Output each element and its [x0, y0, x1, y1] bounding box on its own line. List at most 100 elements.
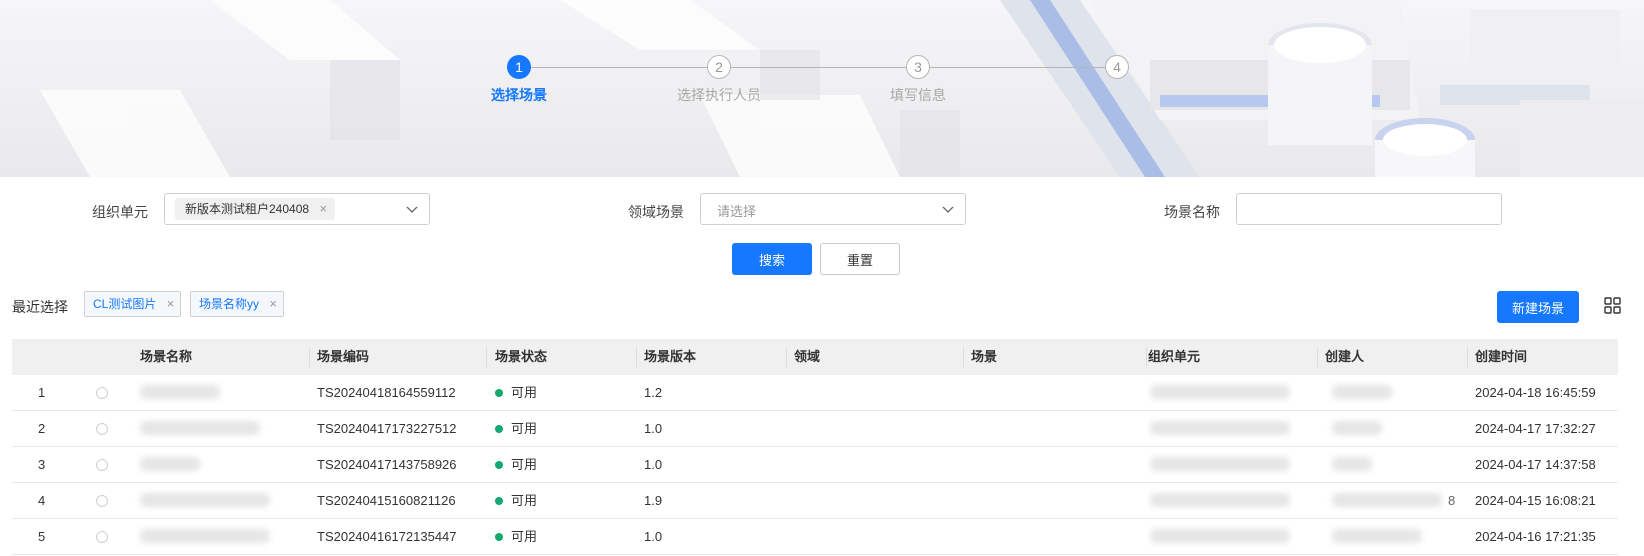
status-text: 可用: [511, 457, 538, 472]
status-text: 可用: [511, 493, 538, 508]
scene-status: 可用: [495, 519, 537, 555]
domain-scene-select[interactable]: 请选择: [700, 193, 966, 225]
redacted-creator: [1332, 529, 1422, 543]
step-wizard: 1 选择场景 2 选择执行人员 3 填写信息 4: [0, 0, 1644, 177]
redacted-creator: [1332, 385, 1392, 399]
scene-code: TS20240418164559112: [317, 385, 456, 400]
redacted-creator: [1332, 493, 1442, 507]
scene-name-input[interactable]: [1236, 193, 1502, 225]
redacted-org-unit: [1150, 493, 1290, 507]
column-header[interactable]: 场景编码: [317, 339, 369, 375]
row-index: 4: [38, 493, 46, 508]
row-radio[interactable]: [96, 387, 108, 399]
step-fill-info[interactable]: 3 填写信息: [858, 55, 978, 105]
step-number: 4: [1105, 55, 1129, 79]
table-row[interactable]: 1 TS20240418164559112 可用 1.2 2024-04-18 …: [12, 375, 1618, 411]
status-text: 可用: [511, 421, 538, 436]
table-row[interactable]: 4 TS20240415160821126 可用 1.9 8 2024-04-1…: [12, 483, 1618, 519]
creator-fragment: 8: [1448, 493, 1456, 508]
column-divider: [1317, 347, 1318, 367]
status-text: 可用: [511, 385, 538, 400]
scene-code: TS20240416172135447: [317, 529, 457, 544]
chevron-down-icon: [942, 206, 954, 213]
row-index: 1: [38, 385, 46, 400]
column-header[interactable]: 创建人: [1325, 339, 1364, 375]
recent-tag-text: 场景名称yy: [199, 297, 260, 311]
step-select-executors[interactable]: 2 选择执行人员: [659, 55, 779, 105]
row-radio[interactable]: [96, 423, 108, 435]
redacted-org-unit: [1150, 385, 1290, 399]
scene-status: 可用: [495, 447, 537, 483]
scene-version: 1.0: [644, 529, 663, 544]
scene-version: 1.0: [644, 457, 663, 472]
redacted-creator: [1332, 421, 1382, 435]
org-unit-selected-tag: 新版本测试租户240408 ×: [175, 198, 336, 220]
recent-tag[interactable]: 场景名称yy ×: [190, 291, 285, 317]
scene-name-label: 场景名称: [1164, 204, 1220, 220]
column-divider: [309, 347, 310, 367]
table-header: 场景名称 场景编码 场景状态 场景版本 领域 场景 组织单元 创建人 创建时间: [12, 339, 1618, 375]
scene-version: 1.2: [644, 385, 663, 400]
redacted-scene-name: [140, 457, 200, 471]
reset-button[interactable]: 重置: [820, 243, 900, 275]
recent-tag[interactable]: CL测试图片 ×: [84, 291, 182, 317]
status-text: 可用: [511, 529, 538, 544]
column-header[interactable]: 领域: [794, 339, 820, 375]
row-radio[interactable]: [96, 495, 108, 507]
scene-code: TS20240417143758926: [317, 457, 457, 472]
grid-view-icon[interactable]: [1604, 297, 1621, 314]
step-four[interactable]: 4: [1057, 55, 1177, 85]
row-radio[interactable]: [96, 531, 108, 543]
redacted-org-unit: [1150, 457, 1290, 471]
step-label: 选择执行人员: [677, 87, 761, 103]
chevron-down-icon: [406, 206, 418, 213]
org-unit-label: 组织单元: [92, 204, 148, 220]
org-unit-tag-text: 新版本测试租户240408: [185, 202, 310, 216]
close-icon[interactable]: ×: [319, 198, 327, 220]
step-label: 选择场景: [491, 87, 547, 103]
step-label: 填写信息: [890, 87, 946, 103]
scene-status: 可用: [495, 411, 537, 447]
scene-status: 可用: [495, 483, 537, 519]
redacted-org-unit: [1150, 529, 1290, 543]
column-divider: [1146, 347, 1147, 367]
redacted-scene-name: [140, 493, 270, 507]
status-dot: [495, 532, 503, 541]
step-select-scene[interactable]: 1 选择场景: [459, 55, 579, 105]
column-divider: [1467, 347, 1468, 367]
domain-scene-label: 领域场景: [628, 204, 684, 220]
scene-status: 可用: [495, 375, 537, 411]
step-number: 3: [906, 55, 930, 79]
close-icon[interactable]: ×: [167, 292, 175, 316]
redacted-creator: [1332, 457, 1372, 471]
scene-code: TS20240415160821126: [317, 493, 456, 508]
new-scene-button[interactable]: 新建场景: [1497, 291, 1579, 323]
row-index: 5: [38, 529, 46, 544]
column-header[interactable]: 创建时间: [1475, 339, 1527, 375]
column-header[interactable]: 场景名称: [140, 339, 192, 375]
column-header[interactable]: 组织单元: [1148, 339, 1200, 375]
column-header[interactable]: 场景状态: [495, 339, 547, 375]
scene-version: 1.9: [644, 493, 663, 508]
status-dot: [495, 460, 503, 469]
redacted-scene-name: [140, 385, 220, 399]
column-header[interactable]: 场景: [971, 339, 997, 375]
column-header[interactable]: 场景版本: [644, 339, 696, 375]
redacted-scene-name: [140, 529, 270, 543]
column-divider: [963, 347, 964, 367]
row-index: 3: [38, 457, 46, 472]
created-time: 2024-04-17 14:37:58: [1475, 457, 1596, 472]
recent-tag-text: CL测试图片: [93, 297, 157, 311]
column-divider: [636, 347, 637, 367]
row-radio[interactable]: [96, 459, 108, 471]
table-row[interactable]: 2 TS20240417173227512 可用 1.0 2024-04-17 …: [12, 411, 1618, 447]
table-row[interactable]: 5 TS20240416172135447 可用 1.0 2024-04-16 …: [12, 519, 1618, 555]
org-unit-select[interactable]: 新版本测试租户240408 ×: [164, 193, 430, 225]
created-time: 2024-04-16 17:21:35: [1475, 529, 1596, 544]
scene-code: TS20240417173227512: [317, 421, 457, 436]
search-button[interactable]: 搜索: [732, 243, 812, 275]
table-row[interactable]: 3 TS20240417143758926 可用 1.0 2024-04-17 …: [12, 447, 1618, 483]
redacted-scene-name: [140, 421, 260, 435]
close-icon[interactable]: ×: [269, 292, 277, 316]
column-divider: [486, 347, 487, 367]
